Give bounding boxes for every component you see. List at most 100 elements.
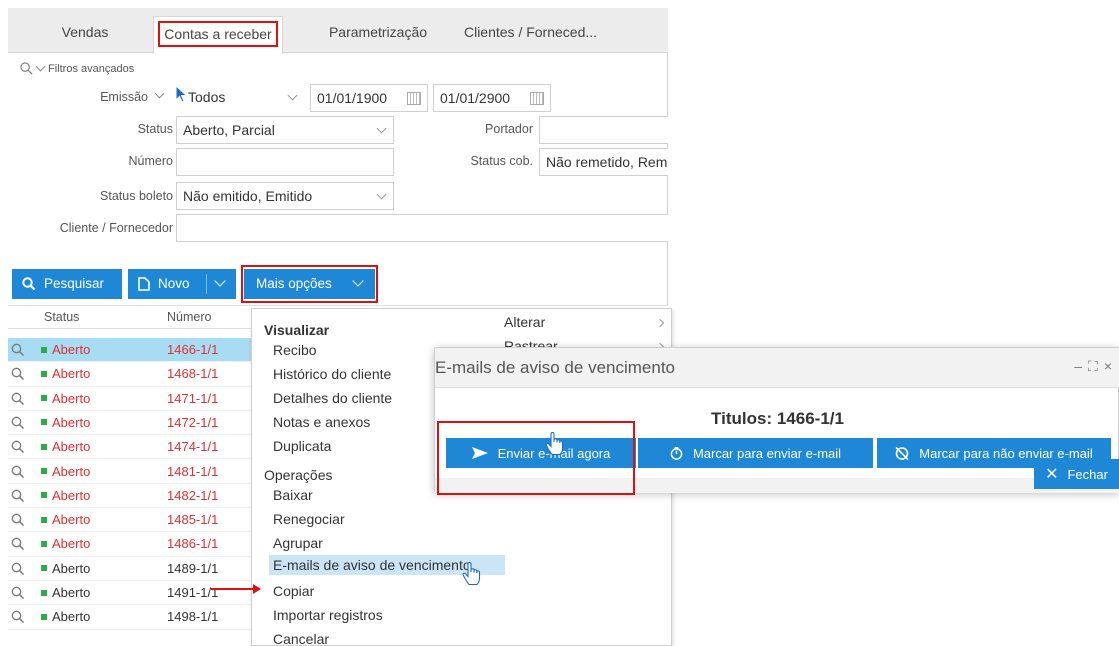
menu-item-notas[interactable]: Notas e anexos bbox=[273, 414, 370, 430]
number-cell: 1498-1/1 bbox=[167, 609, 219, 625]
status-cell: Aberto bbox=[41, 609, 90, 624]
maximize-icon[interactable]: ⛶ bbox=[1088, 358, 1104, 374]
number-cell: 1471-1/1 bbox=[167, 390, 219, 406]
cliente-fornecedor-field[interactable] bbox=[176, 214, 668, 242]
window-controls: –⛶× bbox=[1074, 358, 1118, 375]
menu-item-recibo[interactable]: Recibo bbox=[273, 342, 317, 358]
search-icon[interactable] bbox=[11, 367, 25, 381]
close-icon[interactable]: × bbox=[1104, 358, 1118, 374]
advanced-filters-label: Filtros avançados bbox=[48, 62, 135, 75]
emissao-select[interactable]: Todos bbox=[176, 84, 304, 112]
status-cell: Aberto bbox=[41, 585, 90, 600]
close-icon: ✕ bbox=[1045, 466, 1059, 483]
date-from-field[interactable]: 01/01/1900 bbox=[310, 84, 428, 112]
calendar-icon[interactable] bbox=[407, 92, 421, 105]
search-icon[interactable] bbox=[11, 440, 25, 454]
status-indicator-icon bbox=[41, 589, 47, 596]
status-cob-select[interactable]: Não remetido, Rem bbox=[539, 148, 668, 176]
menu-header-visualizar: Visualizar bbox=[264, 322, 330, 338]
timer-icon bbox=[670, 446, 683, 460]
menu-item-agrupar[interactable]: Agrupar bbox=[273, 535, 323, 551]
red-arrow-annotation bbox=[211, 584, 261, 594]
number-cell: 1474-1/1 bbox=[167, 439, 219, 455]
tab-contas-a-receber[interactable]: Contas a receber bbox=[153, 16, 283, 54]
menu-item-copiar[interactable]: Copiar bbox=[273, 583, 314, 599]
search-icon[interactable] bbox=[11, 392, 25, 406]
search-icon bbox=[20, 62, 33, 75]
chevron-down-icon[interactable] bbox=[214, 275, 226, 287]
status-cell: Aberto bbox=[41, 342, 90, 357]
number-cell: 1481-1/1 bbox=[167, 463, 219, 479]
menu-item-detalhes[interactable]: Detalhes do cliente bbox=[273, 390, 392, 406]
column-status[interactable]: Status bbox=[44, 310, 79, 324]
date-to-field[interactable]: 01/01/2900 bbox=[433, 84, 551, 112]
search-button[interactable]: Pesquisar bbox=[12, 269, 122, 299]
search-icon[interactable] bbox=[11, 562, 25, 576]
more-options-highlight bbox=[241, 265, 378, 303]
minimize-icon[interactable]: – bbox=[1074, 358, 1088, 374]
number-cell: 1472-1/1 bbox=[167, 414, 219, 430]
status-indicator-icon bbox=[41, 419, 47, 426]
menu-item-alterar[interactable]: Alterar bbox=[504, 314, 545, 330]
status-cell: Aberto bbox=[41, 391, 90, 406]
search-icon[interactable] bbox=[11, 537, 25, 551]
menu-item-cancelar[interactable]: Cancelar bbox=[273, 631, 329, 646]
menu-header-operacoes: Operações bbox=[264, 467, 333, 483]
status-indicator-icon bbox=[41, 468, 47, 474]
status-indicator-icon bbox=[41, 443, 47, 450]
status-cell: Aberto bbox=[41, 561, 90, 576]
unused-cursor-39 bbox=[465, 642, 466, 643]
advanced-filters-toggle[interactable]: Filtros avançados bbox=[20, 61, 135, 75]
emissao-label: Emissão bbox=[100, 90, 148, 104]
unused-cursor-67 bbox=[465, 640, 466, 641]
unused-cursor-45 bbox=[457, 642, 458, 643]
status-boleto-select[interactable]: Não emitido, Emitido bbox=[176, 182, 394, 210]
status-indicator-icon bbox=[41, 540, 47, 547]
status-cell: Aberto bbox=[41, 536, 90, 551]
unused-cursor-44 bbox=[458, 642, 459, 643]
status-cell: Aberto bbox=[41, 366, 90, 381]
column-numero[interactable]: Número bbox=[167, 310, 211, 324]
search-icon[interactable] bbox=[11, 610, 25, 624]
hand-cursor-icon bbox=[545, 432, 564, 456]
close-button[interactable]: ✕ Fechar bbox=[1034, 459, 1119, 489]
status-select[interactable]: Aberto, Parcial bbox=[176, 116, 394, 144]
new-button[interactable]: Novo bbox=[128, 269, 236, 299]
status-indicator-icon bbox=[41, 613, 47, 620]
chevron-down-icon bbox=[376, 123, 387, 134]
menu-item-duplicata[interactable]: Duplicata bbox=[273, 438, 331, 454]
numero-field[interactable] bbox=[176, 148, 394, 176]
menu-item-renegociar[interactable]: Renegociar bbox=[273, 511, 345, 527]
menu-item-historico[interactable]: Histórico do cliente bbox=[273, 366, 391, 382]
unused-cursor-68 bbox=[464, 639, 465, 640]
emissao-toggle-icon[interactable] bbox=[154, 88, 165, 99]
timer-off-icon bbox=[895, 446, 909, 460]
calendar-icon[interactable] bbox=[530, 92, 544, 105]
status-indicator-icon bbox=[41, 492, 47, 499]
unused-cursor-54 bbox=[457, 639, 458, 640]
search-icon[interactable] bbox=[11, 586, 25, 600]
portador-field[interactable] bbox=[539, 116, 668, 144]
status-cell: Aberto bbox=[41, 464, 90, 479]
menu-item-importar[interactable]: Importar registros bbox=[273, 607, 383, 623]
search-icon[interactable] bbox=[11, 465, 25, 479]
number-cell: 1482-1/1 bbox=[167, 487, 219, 503]
search-icon[interactable] bbox=[11, 489, 25, 503]
cliente-fornecedor-label: Cliente / Fornecedor bbox=[59, 221, 173, 235]
tab-parametrizacao[interactable]: Parametrização bbox=[313, 16, 443, 53]
unused-cursor-43 bbox=[462, 644, 463, 645]
number-cell: 1486-1/1 bbox=[167, 536, 219, 552]
menu-item-baixar[interactable]: Baixar bbox=[273, 487, 313, 503]
chevron-down-icon bbox=[35, 61, 46, 72]
main-window: Vendas Contas a receber Parametrização C… bbox=[8, 8, 672, 646]
mark-to-send-button[interactable]: Marcar para enviar e-mail bbox=[638, 438, 873, 468]
search-icon[interactable] bbox=[11, 513, 25, 527]
portador-label: Portador bbox=[485, 122, 533, 136]
tab-clientes-fornecedores[interactable]: Clientes / Forneced... bbox=[453, 16, 608, 53]
unused-cursor-70 bbox=[462, 639, 463, 640]
tab-bar: Vendas Contas a receber Parametrização C… bbox=[8, 8, 668, 54]
tab-vendas[interactable]: Vendas bbox=[40, 16, 130, 53]
document-icon bbox=[138, 277, 150, 291]
search-icon[interactable] bbox=[11, 416, 25, 430]
search-icon[interactable] bbox=[11, 343, 25, 357]
